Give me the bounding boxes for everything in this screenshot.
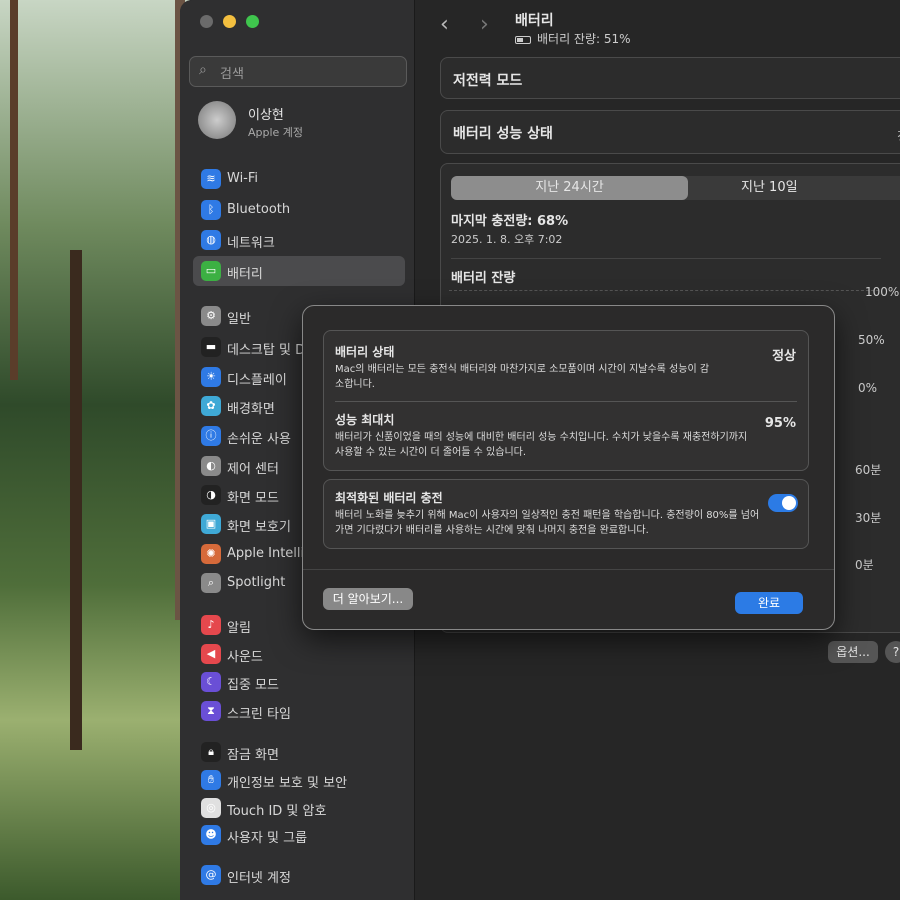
toggles-icon: ◐	[201, 456, 221, 476]
sidebar-item-wifi[interactable]: ≋ Wi-Fi	[193, 164, 405, 194]
sidebar-item-globe[interactable]: ◍ 네트워크	[193, 225, 405, 255]
flower-icon: ✿	[201, 396, 221, 416]
done-button[interactable]: 완료	[735, 592, 803, 614]
users-icon: ☻	[201, 825, 221, 845]
low-power-mode-row[interactable]: 저전력 모드 안 함	[440, 57, 900, 99]
user-name[interactable]: 이상현	[248, 104, 284, 123]
bluetooth-icon: ᛒ	[201, 200, 221, 220]
battery-level-chart-title: 배터리 잔량	[451, 271, 516, 286]
page-title: 배터리	[515, 13, 554, 29]
sidebar-item-label: Spotlight	[227, 575, 286, 590]
avatar[interactable]	[198, 101, 236, 139]
at-icon: @	[201, 865, 221, 885]
sidebar-item-label: 네트워크	[227, 236, 275, 251]
sidebar-item-users[interactable]: ☻ 사용자 및 그룹	[193, 820, 405, 850]
axis-tick: 0%	[858, 381, 878, 395]
sidebar-item-hand[interactable]: ✋︎ 개인정보 보호 및 보안	[193, 765, 405, 795]
sidebar-item-label: 배터리	[227, 267, 263, 282]
tab-last-10-days[interactable]: 지난 10일	[741, 176, 798, 200]
last-charge: 마지막 충전량: 68%	[451, 214, 569, 229]
axis-tick: 60분	[855, 463, 882, 477]
sidebar-item-label: 제어 센터	[227, 462, 279, 477]
sidebar-item-at[interactable]: @ 인터넷 계정	[193, 860, 405, 890]
sidebar-item-moon[interactable]: ☾ 집중 모드	[193, 667, 405, 697]
sidebar-item-label: 잠금 화면	[227, 748, 279, 763]
sidebar-item-label: 화면 모드	[227, 491, 279, 506]
sidebar-item-label: Wi-Fi	[227, 171, 259, 186]
apple-intelligence-icon: ✺	[201, 544, 221, 564]
sidebar-item-label: 알림	[227, 621, 251, 636]
battery-health-dialog: 배터리 상태 정상 Mac의 배터리는 모든 충전식 배터리와 마찬가지로 소모…	[302, 305, 835, 630]
hourglass-icon: ⧗	[201, 701, 221, 721]
sidebar-item-label: 인터넷 계정	[227, 871, 291, 886]
battery-level: 배터리 잔량: 51%	[515, 30, 631, 47]
help-button[interactable]: ?	[885, 641, 900, 663]
sidebar-item-bluetooth[interactable]: ᛒ Bluetooth	[193, 195, 405, 225]
battery-icon: ▭	[201, 261, 221, 281]
accessibility-icon: ⓘ	[201, 426, 221, 446]
globe-icon: ◍	[201, 230, 221, 250]
axis-tick: 30분	[855, 511, 882, 525]
back-button[interactable]: ‹	[440, 12, 449, 37]
sidebar-item-label: 스크린 타임	[227, 707, 291, 722]
screensaver-icon: ▣	[201, 514, 221, 534]
sidebar-item-label: 화면 보호기	[227, 520, 291, 535]
sidebar-item-label: 일반	[227, 312, 251, 327]
sun-icon: ☀	[201, 367, 221, 387]
tab-last-24-hours[interactable]: 지난 24시간	[451, 176, 688, 200]
sidebar-item-label: 디스플레이	[227, 373, 287, 388]
dock-icon: ▬	[201, 337, 221, 357]
desktop-wallpaper	[0, 0, 190, 900]
apple-account-label: Apple 계정	[248, 126, 304, 139]
speaker-icon: ◀	[201, 644, 221, 664]
magnifier-icon: ⌕	[201, 573, 221, 593]
close-button[interactable]	[200, 15, 213, 28]
sidebar-item-label: 사운드	[227, 650, 263, 665]
minimize-button[interactable]	[223, 15, 236, 28]
sidebar-item-label: 손쉬운 사용	[227, 432, 291, 447]
axis-tick: 50%	[858, 333, 885, 347]
health-status-value: 정상	[772, 349, 796, 364]
zoom-button[interactable]	[246, 15, 259, 28]
hand-icon: ✋︎	[201, 770, 221, 790]
sidebar-item-label: 개인정보 보호 및 보안	[227, 776, 348, 791]
axis-tick: 100%	[865, 285, 900, 299]
divider	[451, 258, 881, 259]
sidebar-item-label: 사용자 및 그룹	[227, 831, 308, 846]
health-info-box: 배터리 상태 정상 Mac의 배터리는 모든 충전식 배터리와 마찬가지로 소모…	[323, 330, 809, 471]
forward-button[interactable]: ›	[480, 12, 489, 37]
lock-icon: 🔒︎	[201, 742, 221, 762]
divider	[303, 569, 834, 570]
sidebar-item-hourglass[interactable]: ⧗ 스크린 타임	[193, 696, 405, 726]
sidebar-item-battery[interactable]: ▭ 배터리	[193, 256, 405, 286]
sidebar-item-label: Bluetooth	[227, 202, 291, 217]
period-segmented-control: 지난 24시간 지난 10일	[451, 176, 900, 200]
optimized-charging-toggle[interactable]	[768, 494, 798, 512]
optimized-charging-box: 최적화된 배터리 충전 배터리 노화를 늦추기 위해 Mac이 사용자의 일상적…	[323, 479, 809, 549]
sidebar-item-speaker[interactable]: ◀ 사운드	[193, 639, 405, 669]
max-capacity-value: 95%	[764, 416, 796, 431]
learn-more-button[interactable]: 더 알아보기...	[323, 588, 413, 610]
sidebar-item-fingerprint[interactable]: ◎ Touch ID 및 암호	[193, 793, 405, 823]
sidebar-item-label: 집중 모드	[227, 678, 279, 693]
sidebar-item-label: 배경화면	[227, 402, 275, 417]
moon-icon: ☾	[201, 672, 221, 692]
search-input[interactable]: ⌕ 검색	[189, 56, 407, 87]
divider	[335, 401, 797, 402]
appearance-icon: ◑	[201, 485, 221, 505]
search-icon: ⌕	[199, 62, 207, 78]
battery-icon	[515, 35, 531, 44]
bell-icon: ♪	[201, 615, 221, 635]
last-charge-time: 2025. 1. 8. 오후 7:02	[451, 233, 563, 246]
gear-icon: ⚙	[201, 306, 221, 326]
wifi-icon: ≋	[201, 169, 221, 189]
fingerprint-icon: ◎	[201, 798, 221, 818]
sidebar-item-lock[interactable]: 🔒︎ 잠금 화면	[193, 737, 405, 767]
sidebar-item-label: Touch ID 및 암호	[227, 804, 327, 819]
options-button[interactable]: 옵션...	[828, 641, 878, 663]
axis-tick: 0분	[855, 558, 874, 572]
battery-health-row[interactable]: 배터리 성능 상태 정상	[440, 110, 900, 154]
